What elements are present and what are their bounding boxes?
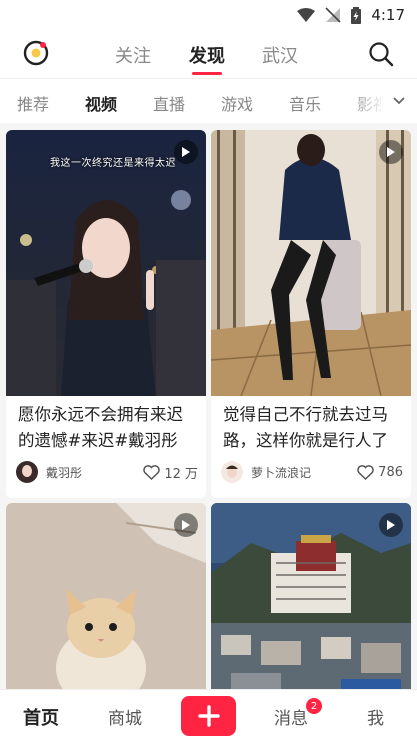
video-thumbnail[interactable]	[6, 503, 206, 689]
battery-charging-icon	[351, 6, 362, 24]
nav-messages[interactable]: 消息	[274, 704, 308, 729]
status-time: 4:17	[371, 6, 405, 24]
app-logo-icon[interactable]	[22, 39, 50, 67]
nav-me[interactable]: 我	[367, 704, 384, 729]
category-music[interactable]: 音乐	[289, 91, 321, 115]
wifi-icon	[297, 8, 316, 22]
video-thumbnail[interactable]: 我这一次终究还是来得太迟	[6, 130, 206, 396]
author-name[interactable]: 戴羽彤	[46, 464, 143, 481]
like-count: 786	[378, 464, 403, 480]
video-caption-overlay: 我这一次终究还是来得太迟	[50, 158, 176, 169]
heart-icon	[143, 464, 161, 480]
category-game[interactable]: 游戏	[221, 91, 253, 115]
play-icon	[182, 520, 190, 530]
video-badge	[379, 140, 403, 164]
card-title[interactable]: 觉得自己不行就去过马路，这样你就是行人了	[223, 402, 403, 454]
top-nav: 关注 发现 武汉	[0, 30, 417, 78]
tab-discover[interactable]: 发现	[189, 42, 225, 68]
nav-home[interactable]: 首页	[23, 704, 59, 730]
card-meta: 戴羽彤 12 万	[16, 460, 198, 484]
feed: 我这一次终究还是来得太迟 愿你永远不会拥有来迟的遗憾#来迟#戴羽彤 戴羽彤 12…	[0, 123, 417, 689]
play-icon	[387, 147, 395, 157]
video-thumbnail[interactable]	[211, 503, 411, 689]
feed-card[interactable]	[6, 503, 206, 689]
chevron-down-icon	[393, 97, 405, 105]
publish-button[interactable]	[181, 696, 236, 736]
bottom-nav: 首页 商城 消息 2 我	[0, 689, 417, 741]
feed-card[interactable]: 我这一次终究还是来得太迟 愿你永远不会拥有来迟的遗憾#来迟#戴羽彤 戴羽彤 12…	[6, 130, 206, 498]
tab-follow[interactable]: 关注	[115, 42, 151, 68]
plus-icon	[197, 705, 220, 727]
card-meta: 萝卜流浪记 786	[221, 460, 403, 484]
category-recommend[interactable]: 推荐	[17, 91, 49, 115]
author-avatar[interactable]	[16, 461, 38, 483]
feed-card[interactable]	[211, 503, 411, 689]
category-video[interactable]: 视频	[85, 91, 117, 115]
no-signal-icon	[325, 7, 341, 23]
category-bar: 推荐 视频 直播 游戏 音乐 影视	[0, 79, 417, 123]
like-count: 12 万	[164, 466, 198, 482]
video-badge	[174, 140, 198, 164]
video-badge	[174, 513, 198, 537]
status-bar: 4:17	[0, 0, 417, 30]
author-avatar[interactable]	[221, 461, 243, 483]
play-icon	[182, 147, 190, 157]
category-live[interactable]: 直播	[153, 91, 185, 115]
video-badge	[379, 513, 403, 537]
feed-card[interactable]: 觉得自己不行就去过马路，这样你就是行人了 萝卜流浪记 786	[211, 130, 411, 498]
like-button[interactable]: 12 万	[143, 463, 198, 482]
search-icon[interactable]	[367, 40, 395, 68]
category-expand-button[interactable]	[381, 79, 417, 123]
nav-mall[interactable]: 商城	[108, 704, 142, 729]
messages-badge: 2	[306, 698, 322, 714]
video-thumbnail[interactable]	[211, 130, 411, 396]
author-name[interactable]: 萝卜流浪记	[251, 464, 357, 481]
card-title[interactable]: 愿你永远不会拥有来迟的遗憾#来迟#戴羽彤	[18, 402, 198, 454]
heart-icon	[357, 464, 374, 480]
tab-local-wuhan[interactable]: 武汉	[262, 42, 298, 68]
like-button[interactable]: 786	[357, 465, 403, 480]
play-icon	[387, 520, 395, 530]
